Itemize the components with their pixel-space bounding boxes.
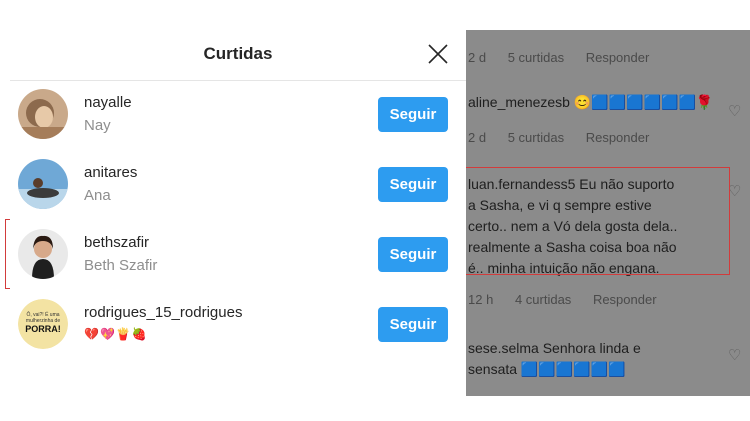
username[interactable]: nayalle bbox=[84, 94, 132, 111]
follow-button[interactable]: Seguir bbox=[378, 307, 448, 342]
heart-icon[interactable]: ♡ bbox=[728, 346, 741, 364]
comment-meta: 12 h 4 curtidas Responder bbox=[468, 292, 675, 307]
follow-button[interactable]: Seguir bbox=[378, 97, 448, 132]
comment: aline_menezesb 😊🟦🟦🟦🟦🟦🟦🌹 bbox=[468, 92, 713, 113]
comment-text: 😊🟦🟦🟦🟦🟦🟦🌹 bbox=[573, 94, 714, 110]
list-item: anitares Ana Seguir bbox=[10, 150, 466, 220]
heart-icon[interactable]: ♡ bbox=[728, 102, 741, 120]
likes-modal: Curtidas nayalle Nay Seguir anitares Ana… bbox=[10, 30, 466, 396]
comment-time: 2 d bbox=[468, 50, 487, 65]
avatar[interactable]: Ô, vai?! É uma mulherzinha de PORRA! bbox=[18, 299, 68, 349]
avatar[interactable] bbox=[18, 159, 68, 209]
comment-line: sensata 🟦🟦🟦🟦🟦🟦 bbox=[468, 361, 626, 377]
heart-icon[interactable]: ♡ bbox=[728, 182, 741, 200]
username[interactable]: anitares bbox=[84, 164, 137, 181]
follow-button[interactable]: Seguir bbox=[378, 237, 448, 272]
comment-likes[interactable]: 5 curtidas bbox=[508, 130, 564, 145]
avatar[interactable] bbox=[18, 89, 68, 139]
follow-button[interactable]: Seguir bbox=[378, 167, 448, 202]
list-item: Ô, vai?! É uma mulherzinha de PORRA! rod… bbox=[10, 290, 466, 360]
comment-line: sese.selma Senhora linda e bbox=[468, 340, 641, 356]
full-name: Nay bbox=[84, 117, 111, 134]
comment-likes[interactable]: 4 curtidas bbox=[515, 292, 571, 307]
comment: sese.selma Senhora linda e sensata 🟦🟦🟦🟦🟦… bbox=[468, 338, 641, 380]
full-name: Beth Szafir bbox=[84, 257, 158, 274]
avatar-text: Ô, vai?! É uma bbox=[26, 311, 59, 318]
list-item: bethszafir Beth Szafir Seguir bbox=[10, 220, 466, 290]
close-icon[interactable] bbox=[426, 42, 450, 66]
highlight-box-comment bbox=[459, 167, 730, 275]
avatar-text: PORRA! bbox=[25, 324, 61, 334]
reply-link[interactable]: Responder bbox=[586, 130, 650, 145]
avatar[interactable] bbox=[18, 229, 68, 279]
reply-link[interactable]: Responder bbox=[593, 292, 657, 307]
full-name: 💔💖🍟🍓 bbox=[84, 327, 148, 341]
comment-meta: 2 d 5 curtidas Responder bbox=[468, 130, 667, 145]
modal-title: Curtidas bbox=[203, 44, 273, 63]
username[interactable]: bethszafir bbox=[84, 234, 149, 251]
comment-user[interactable]: aline_menezesb bbox=[468, 94, 570, 110]
comment-time: 12 h bbox=[468, 292, 494, 307]
modal-header: Curtidas bbox=[10, 30, 466, 81]
comment-time: 2 d bbox=[468, 130, 487, 145]
username[interactable]: rodrigues_15_rodrigues bbox=[84, 304, 242, 321]
full-name: Ana bbox=[84, 187, 111, 204]
comment-likes[interactable]: 5 curtidas bbox=[508, 50, 564, 65]
reply-link[interactable]: Responder bbox=[586, 50, 650, 65]
list-item: nayalle Nay Seguir bbox=[10, 80, 466, 150]
comment-meta: 2 d 5 curtidas Responder bbox=[468, 50, 667, 65]
